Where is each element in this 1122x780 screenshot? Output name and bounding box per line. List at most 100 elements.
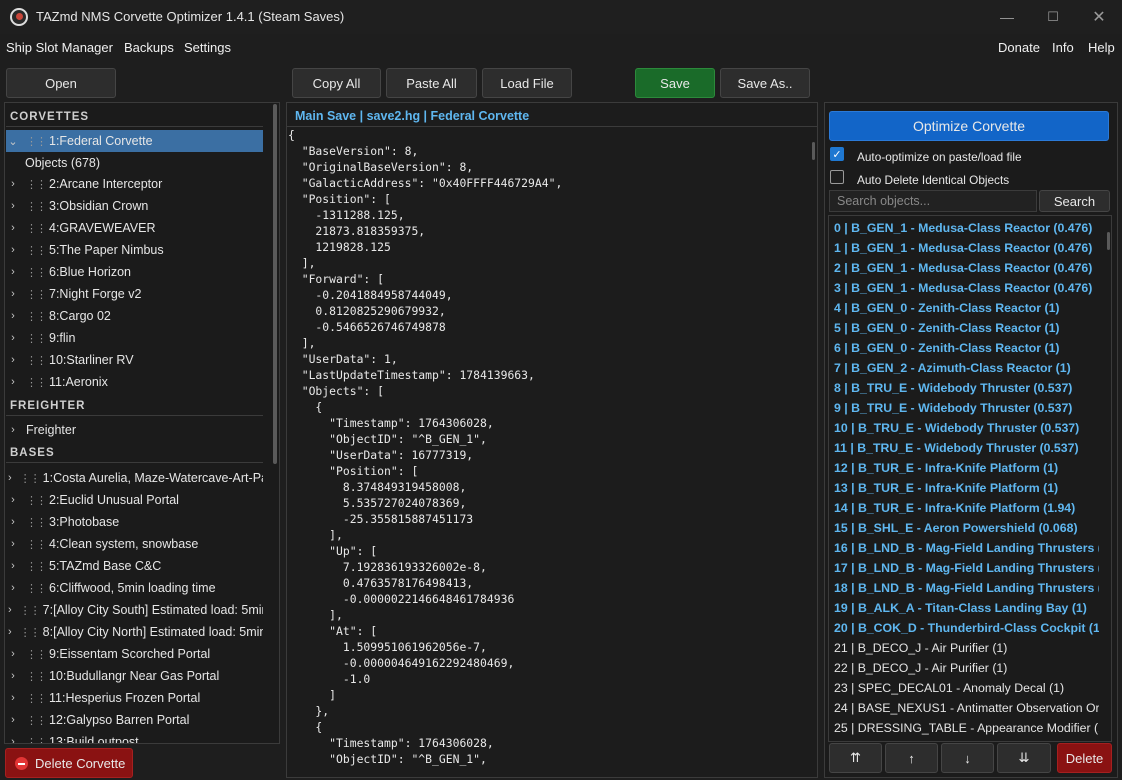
list-item[interactable]: 17 | B_LND_B - Mag-Field Landing Thruste…: [829, 558, 1099, 578]
tree-item-base[interactable]: › ⋮⋮ 8:[Alloy City North] Estimated load: …: [6, 621, 263, 643]
drag-handle-icon[interactable]: ⋮⋮: [26, 538, 47, 551]
drag-handle-icon[interactable]: ⋮⋮: [26, 332, 47, 345]
drag-handle-icon[interactable]: ⋮⋮: [26, 516, 47, 529]
search-button[interactable]: Search: [1039, 190, 1110, 212]
drag-handle-icon[interactable]: ⋮⋮: [26, 310, 47, 323]
move-down-button[interactable]: ↓: [941, 743, 994, 773]
list-item[interactable]: 2 | B_GEN_1 - Medusa-Class Reactor (0.47…: [829, 258, 1099, 278]
tree-item-corvette[interactable]: › ⋮⋮ 7:Night Forge v2: [6, 283, 263, 305]
maximize-icon[interactable]: ☐: [1030, 0, 1076, 34]
list-item[interactable]: 7 | B_GEN_2 - Azimuth-Class Reactor (1): [829, 358, 1099, 378]
tree-item-base[interactable]: › ⋮⋮ 4:Clean system, snowbase: [6, 533, 263, 555]
list-item[interactable]: 6 | B_GEN_0 - Zenith-Class Reactor (1): [829, 338, 1099, 358]
drag-handle-icon[interactable]: ⋮⋮: [20, 626, 41, 639]
tree-item-base[interactable]: › ⋮⋮ 13:Build outpost: [6, 731, 263, 743]
list-item[interactable]: 16 | B_LND_B - Mag-Field Landing Thruste…: [829, 538, 1099, 558]
drag-handle-icon[interactable]: ⋮⋮: [26, 200, 47, 213]
save-as-button[interactable]: Save As..: [720, 68, 810, 98]
list-item[interactable]: 18 | B_LND_B - Mag-Field Landing Thruste…: [829, 578, 1099, 598]
list-item[interactable]: 15 | B_SHL_E - Aeron Powershield (0.068): [829, 518, 1099, 538]
tree-item-corvette[interactable]: › ⋮⋮ 9:flin: [6, 327, 263, 349]
objects-scrollbar[interactable]: [1107, 232, 1110, 250]
tree-item-corvette-selected[interactable]: ⌄ ⋮⋮ 1:Federal Corvette: [6, 130, 263, 152]
list-item[interactable]: 19 | B_ALK_A - Titan-Class Landing Bay (…: [829, 598, 1099, 618]
tree-item-corvette[interactable]: › ⋮⋮ 10:Starliner RV: [6, 349, 263, 371]
tree-item-objects[interactable]: Objects (678): [25, 152, 263, 174]
tree-item-corvette[interactable]: › ⋮⋮ 6:Blue Horizon: [6, 261, 263, 283]
tree-item-corvette[interactable]: › ⋮⋮ 2:Arcane Interceptor: [6, 173, 263, 195]
drag-handle-icon[interactable]: ⋮⋮: [26, 670, 47, 683]
menu-settings[interactable]: Settings: [184, 40, 231, 55]
menu-info[interactable]: Info: [1052, 40, 1074, 55]
tree-item-base[interactable]: › ⋮⋮ 1:Costa Aurelia, Maze-Watercave-Art-P…: [6, 467, 263, 489]
drag-handle-icon[interactable]: ⋮⋮: [26, 354, 47, 367]
tree-item-base[interactable]: › ⋮⋮ 11:Hesperius Frozen Portal: [6, 687, 263, 709]
menu-backups[interactable]: Backups: [124, 40, 174, 55]
list-item[interactable]: 22 | B_DECO_J - Air Purifier (1): [829, 658, 1099, 678]
open-button[interactable]: Open: [6, 68, 116, 98]
move-bottom-button[interactable]: ⇊: [997, 743, 1051, 773]
drag-handle-icon[interactable]: ⋮⋮: [26, 582, 47, 595]
load-file-button[interactable]: Load File: [482, 68, 572, 98]
copy-all-button[interactable]: Copy All: [292, 68, 381, 98]
tree-item-corvette[interactable]: › ⋮⋮ 3:Obsidian Crown: [6, 195, 263, 217]
drag-handle-icon[interactable]: ⋮⋮: [26, 135, 47, 148]
tree-scrollbar[interactable]: [273, 104, 277, 464]
list-item[interactable]: 10 | B_TRU_E - Widebody Thruster (0.537): [829, 418, 1099, 438]
list-item[interactable]: 13 | B_TUR_E - Infra-Knife Platform (1): [829, 478, 1099, 498]
auto-delete-checkbox[interactable]: [830, 170, 844, 184]
editor-scrollbar[interactable]: [812, 142, 815, 160]
list-item[interactable]: 9 | B_TRU_E - Widebody Thruster (0.537): [829, 398, 1099, 418]
menu-donate[interactable]: Donate: [998, 40, 1040, 55]
list-item[interactable]: 23 | SPEC_DECAL01 - Anomaly Decal (1): [829, 678, 1099, 698]
list-item[interactable]: 1 | B_GEN_1 - Medusa-Class Reactor (0.47…: [829, 238, 1099, 258]
tree-item-freighter[interactable]: › Freighter: [6, 419, 263, 441]
minimize-icon[interactable]: —: [984, 0, 1030, 34]
drag-handle-icon[interactable]: ⋮⋮: [20, 472, 41, 485]
drag-handle-icon[interactable]: ⋮⋮: [26, 494, 47, 507]
move-up-button[interactable]: ↑: [885, 743, 938, 773]
drag-handle-icon[interactable]: ⋮⋮: [26, 266, 47, 279]
list-item[interactable]: 25 | DRESSING_TABLE - Appearance Modifie…: [829, 718, 1099, 738]
json-editor[interactable]: { "BaseVersion": 8, "OriginalBaseVersion…: [288, 127, 808, 777]
tree-item-base[interactable]: › ⋮⋮ 5:TAZmd Base C&C: [6, 555, 263, 577]
drag-handle-icon[interactable]: ⋮⋮: [26, 648, 47, 661]
close-icon[interactable]: ✕: [1076, 0, 1122, 34]
search-input[interactable]: Search objects...: [829, 190, 1037, 212]
move-top-button[interactable]: ⇈: [829, 743, 882, 773]
tree-item-base[interactable]: › ⋮⋮ 6:Cliffwood, 5min loading time: [6, 577, 263, 599]
menu-help[interactable]: Help: [1088, 40, 1115, 55]
list-item[interactable]: 12 | B_TUR_E - Infra-Knife Platform (1): [829, 458, 1099, 478]
tree-item-base[interactable]: › ⋮⋮ 12:Galypso Barren Portal: [6, 709, 263, 731]
drag-handle-icon[interactable]: ⋮⋮: [26, 244, 47, 257]
list-item[interactable]: 8 | B_TRU_E - Widebody Thruster (0.537): [829, 378, 1099, 398]
drag-handle-icon[interactable]: ⋮⋮: [26, 714, 47, 727]
auto-optimize-checkbox[interactable]: ✓: [830, 147, 844, 161]
delete-object-button[interactable]: Delete: [1057, 743, 1112, 773]
tree-item-corvette[interactable]: › ⋮⋮ 4:GRAVEWEAVER: [6, 217, 263, 239]
drag-handle-icon[interactable]: ⋮⋮: [20, 604, 41, 617]
tree-item-base[interactable]: › ⋮⋮ 3:Photobase: [6, 511, 263, 533]
tree-item-corvette[interactable]: › ⋮⋮ 8:Cargo 02: [6, 305, 263, 327]
tree-item-base[interactable]: › ⋮⋮ 9:Eissentam Scorched Portal: [6, 643, 263, 665]
drag-handle-icon[interactable]: ⋮⋮: [26, 692, 47, 705]
tree-item-corvette[interactable]: › ⋮⋮ 11:Aeronix: [6, 371, 263, 393]
list-item[interactable]: 11 | B_TRU_E - Widebody Thruster (0.537): [829, 438, 1099, 458]
save-button[interactable]: Save: [635, 68, 715, 98]
tree-item-base[interactable]: › ⋮⋮ 10:Budullangr Near Gas Portal: [6, 665, 263, 687]
drag-handle-icon[interactable]: ⋮⋮: [26, 560, 47, 573]
list-item[interactable]: 20 | B_COK_D - Thunderbird-Class Cockpit…: [829, 618, 1099, 638]
tree-item-base[interactable]: › ⋮⋮ 7:[Alloy City South] Estimated load: …: [6, 599, 263, 621]
drag-handle-icon[interactable]: ⋮⋮: [26, 178, 47, 191]
list-item[interactable]: 0 | B_GEN_1 - Medusa-Class Reactor (0.47…: [829, 218, 1099, 238]
list-item[interactable]: 14 | B_TUR_E - Infra-Knife Platform (1.9…: [829, 498, 1099, 518]
list-item[interactable]: 21 | B_DECO_J - Air Purifier (1): [829, 638, 1099, 658]
list-item[interactable]: 3 | B_GEN_1 - Medusa-Class Reactor (0.47…: [829, 278, 1099, 298]
menu-ship-slot-manager[interactable]: Ship Slot Manager: [6, 40, 113, 55]
delete-corvette-button[interactable]: Delete Corvette: [5, 748, 133, 778]
list-item[interactable]: 5 | B_GEN_0 - Zenith-Class Reactor (1): [829, 318, 1099, 338]
drag-handle-icon[interactable]: ⋮⋮: [26, 376, 47, 389]
list-item[interactable]: 4 | B_GEN_0 - Zenith-Class Reactor (1): [829, 298, 1099, 318]
drag-handle-icon[interactable]: ⋮⋮: [26, 736, 47, 744]
optimize-corvette-button[interactable]: Optimize Corvette: [829, 111, 1109, 141]
